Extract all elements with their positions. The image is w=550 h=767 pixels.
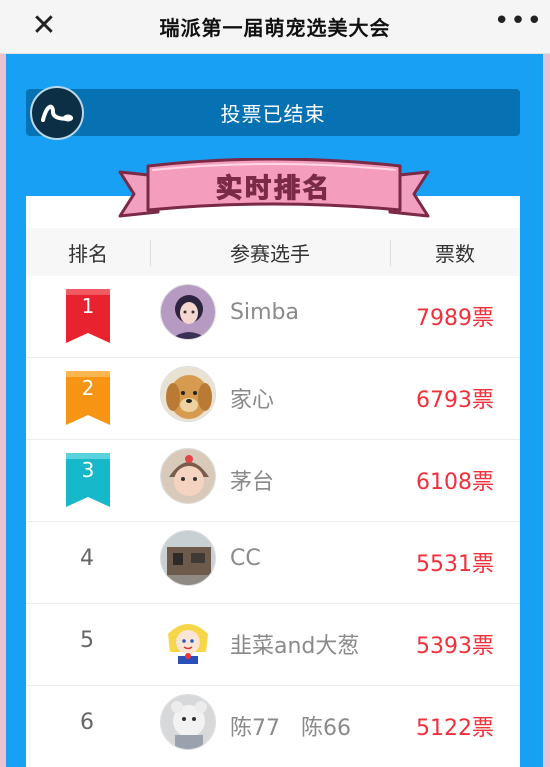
vote-count: 6793票: [416, 388, 494, 413]
rank-number: 5: [80, 628, 94, 653]
page-title: 瑞派第一届萌宠选美大会: [159, 16, 391, 40]
rank-number: 2: [81, 376, 95, 400]
rank-number: 6: [80, 710, 94, 735]
vote-count: 5393票: [416, 634, 494, 659]
player-name: Simba: [230, 300, 299, 325]
more-options-icon[interactable]: •••: [494, 8, 542, 38]
table-row[interactable]: 3 茅台 6108票: [26, 440, 520, 522]
close-icon[interactable]: ✕: [30, 11, 58, 41]
player-name: 茅台: [230, 470, 275, 495]
player-name: 陈77 陈66: [230, 716, 351, 741]
avatar[interactable]: [160, 694, 216, 750]
table-row[interactable]: 1 Simba 7989票: [26, 276, 520, 358]
rank-number: 1: [81, 294, 95, 318]
avatar[interactable]: [160, 530, 216, 586]
player-name: 家心: [230, 388, 275, 413]
player-name: CC: [230, 546, 261, 571]
speaker-icon[interactable]: [30, 86, 84, 140]
avatar[interactable]: [160, 612, 216, 668]
vote-count: 5122票: [416, 716, 494, 741]
player-name: 韭菜and大葱: [230, 634, 360, 659]
ranking-ribbon: 实时排名: [118, 158, 430, 224]
avatar[interactable]: [160, 284, 216, 340]
rank-number: 3: [81, 458, 95, 482]
table-header: 排名 参赛选手 票数: [26, 228, 520, 276]
table-row[interactable]: 4 CC 5531票: [26, 522, 520, 604]
window-title-bar: ✕ 瑞派第一届萌宠选美大会 •••: [0, 0, 550, 54]
ranking-title: 实时排名: [215, 173, 332, 204]
vote-count: 5531票: [416, 552, 494, 577]
column-header-rank: 排名: [68, 241, 108, 266]
avatar[interactable]: [160, 366, 216, 422]
rank-number: 4: [80, 546, 94, 571]
table-row[interactable]: 2 家心 6793票: [26, 358, 520, 440]
vote-status-label: 投票已结束: [220, 102, 326, 126]
column-header-votes: 票数: [435, 241, 475, 266]
column-header-player: 参赛选手: [230, 241, 310, 266]
avatar[interactable]: [160, 448, 216, 504]
vote-count: 7989票: [416, 306, 494, 331]
vote-status-bar: 投票已结束: [26, 89, 520, 136]
vote-count: 6108票: [416, 470, 494, 495]
table-row[interactable]: 5 韭菜and大葱 5393票: [26, 604, 520, 686]
table-row[interactable]: 6 陈77 陈66 5122票: [26, 686, 520, 767]
